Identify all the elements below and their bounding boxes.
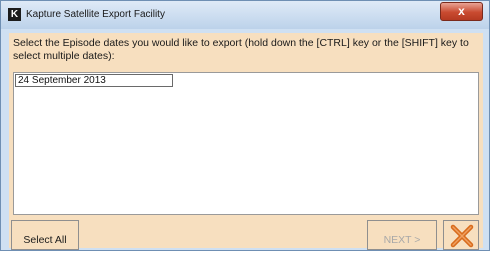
next-button[interactable]: NEXT > (367, 220, 437, 250)
list-item-episode-date[interactable]: 24 September 2013 (15, 74, 173, 87)
instructions-text: Select the Episode dates you would like … (13, 37, 469, 62)
export-facility-window: K Kapture Satellite Export Facility x Se… (0, 0, 490, 251)
title-bar[interactable]: K Kapture Satellite Export Facility x (1, 1, 489, 29)
episode-dates-list[interactable]: 24 September 2013 (13, 72, 479, 215)
window-title: Kapture Satellite Export Facility (26, 9, 165, 20)
cancel-button[interactable] (443, 220, 479, 250)
kapture-app-icon: K (8, 8, 21, 21)
dialog-content: Select the Episode dates you would like … (9, 33, 483, 250)
window-close-button[interactable]: x (440, 2, 483, 21)
select-all-button[interactable]: Select All (11, 220, 79, 250)
cancel-x-icon (450, 224, 474, 248)
